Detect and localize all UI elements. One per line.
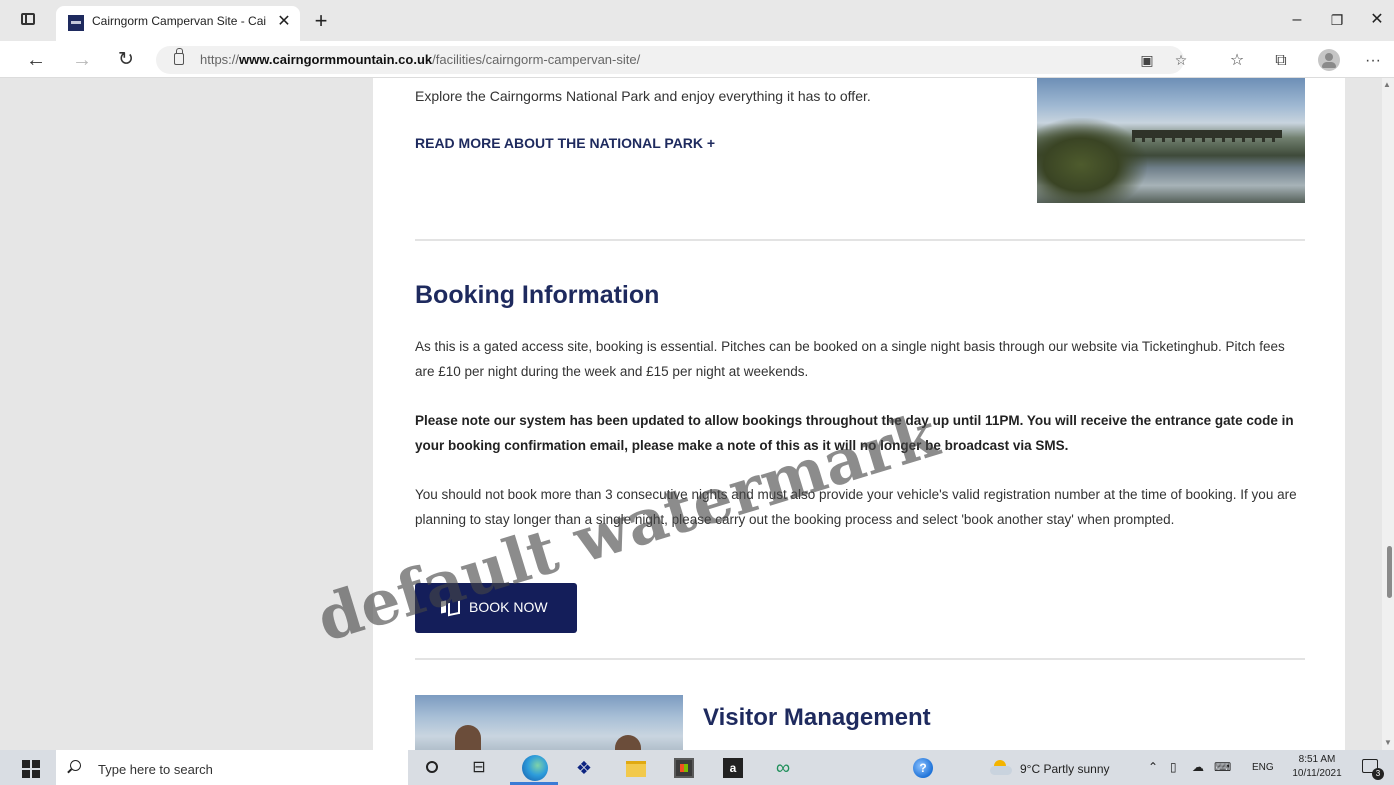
national-park-photo bbox=[1037, 78, 1305, 203]
input-language[interactable]: ENG bbox=[1252, 762, 1274, 773]
tab-actions-icon[interactable] bbox=[18, 10, 38, 30]
file-explorer-icon[interactable] bbox=[626, 761, 646, 777]
book-now-label: BOOK NOW bbox=[469, 599, 548, 615]
notification-count-badge: 3 bbox=[1372, 768, 1384, 780]
scroll-up-arrow-icon[interactable]: ▲ bbox=[1382, 80, 1392, 90]
add-favorite-star-icon[interactable]: ☆ bbox=[1172, 52, 1190, 68]
microsoft-store-icon[interactable] bbox=[674, 758, 694, 778]
page-scrollbar[interactable]: ▲ ▼ bbox=[1382, 78, 1394, 750]
tab-strip: Cairngorm Campervan Site - Cai ✕ + – ❐ ✕ bbox=[0, 0, 1394, 41]
system-clock[interactable]: 8:51 AM 10/11/2021 bbox=[1286, 753, 1348, 781]
tab-close-icon[interactable]: ✕ bbox=[274, 12, 294, 32]
taskbar-search-box[interactable]: Type here to search bbox=[56, 750, 408, 785]
search-icon bbox=[70, 760, 81, 771]
booking-paragraph-2-bold: Please note our system has been updated … bbox=[415, 413, 1294, 453]
book-now-button[interactable]: BOOK NOW bbox=[415, 583, 577, 633]
reload-icon[interactable]: ↻ bbox=[112, 46, 140, 74]
new-tab-icon[interactable]: + bbox=[308, 8, 334, 34]
task-view-icon[interactable]: ⊟ bbox=[468, 757, 490, 779]
back-arrow-icon[interactable]: ← bbox=[22, 46, 50, 74]
window-close-icon[interactable]: ✕ bbox=[1362, 8, 1392, 32]
booking-information-heading: Booking Information bbox=[415, 281, 660, 309]
booking-paragraph-1: As this is a gated access site, booking … bbox=[415, 339, 1285, 379]
read-more-national-park-link[interactable]: READ MORE ABOUT THE NATIONAL PARK + bbox=[415, 135, 715, 151]
ticket-icon bbox=[441, 599, 457, 615]
cortana-circle-icon[interactable] bbox=[426, 761, 438, 773]
clock-time: 8:51 AM bbox=[1298, 754, 1336, 765]
window-minimize-icon[interactable]: – bbox=[1282, 8, 1312, 32]
address-bar[interactable]: https://www.cairngormmountain.co.uk/faci… bbox=[156, 46, 1187, 74]
amazon-icon[interactable]: a bbox=[723, 758, 743, 778]
onedrive-cloud-icon[interactable]: ☁ bbox=[1192, 760, 1204, 774]
forward-arrow-icon[interactable]: → bbox=[68, 46, 96, 74]
browser-tab-active[interactable]: Cairngorm Campervan Site - Cai ✕ bbox=[56, 6, 300, 41]
national-park-intro: Explore the Cairngorms National Park and… bbox=[415, 88, 871, 104]
infinity-app-icon[interactable]: ∞ bbox=[772, 757, 794, 779]
visitor-management-photo bbox=[415, 695, 683, 750]
section-divider bbox=[415, 658, 1305, 660]
site-favicon-icon bbox=[68, 15, 84, 31]
section-divider bbox=[415, 239, 1305, 241]
page-viewport: Explore the Cairngorms National Park and… bbox=[0, 78, 1394, 750]
search-placeholder: Type here to search bbox=[98, 762, 213, 777]
browser-toolbar: ← → ↻ https://www.cairngormmountain.co.u… bbox=[0, 41, 1394, 78]
windows-start-icon[interactable] bbox=[22, 760, 40, 778]
more-menu-icon[interactable]: ··· bbox=[1362, 50, 1384, 72]
visitor-management-heading: Visitor Management bbox=[703, 704, 931, 731]
booking-paragraph-3: You should not book more than 3 consecut… bbox=[415, 487, 1297, 527]
scroll-down-arrow-icon[interactable]: ▼ bbox=[1383, 738, 1393, 748]
main-content: Explore the Cairngorms National Park and… bbox=[373, 78, 1345, 750]
favorites-icon[interactable]: ☆ bbox=[1226, 50, 1248, 72]
clock-date: 10/11/2021 bbox=[1292, 768, 1342, 779]
scroll-thumb[interactable] bbox=[1387, 546, 1392, 598]
window-restore-icon[interactable]: ❐ bbox=[1322, 8, 1352, 32]
tray-chevron-up-icon[interactable]: ⌃ bbox=[1148, 760, 1158, 774]
keyboard-icon[interactable]: ⌨ bbox=[1214, 760, 1231, 774]
url-text[interactable]: https://www.cairngormmountain.co.uk/faci… bbox=[200, 52, 640, 67]
dropbox-icon[interactable]: ❖ bbox=[573, 757, 595, 779]
reader-view-icon[interactable]: ▣ bbox=[1138, 52, 1156, 68]
collections-icon[interactable]: ⧉ bbox=[1270, 50, 1292, 72]
weather-readout[interactable]: 9°C Partly sunny bbox=[1020, 762, 1110, 776]
lock-icon[interactable] bbox=[174, 48, 184, 65]
edge-browser-icon[interactable] bbox=[522, 755, 548, 781]
get-help-icon[interactable]: ? bbox=[913, 758, 933, 778]
windows-taskbar: Type here to search ⊟ ❖ a ∞ ? 9°C Partly… bbox=[0, 750, 1394, 785]
tab-title: Cairngorm Campervan Site - Cai bbox=[92, 14, 267, 28]
tray-device-icon[interactable]: ▯ bbox=[1170, 760, 1177, 774]
weather-partly-sunny-icon[interactable] bbox=[990, 760, 1012, 775]
profile-avatar-icon[interactable] bbox=[1318, 49, 1340, 71]
